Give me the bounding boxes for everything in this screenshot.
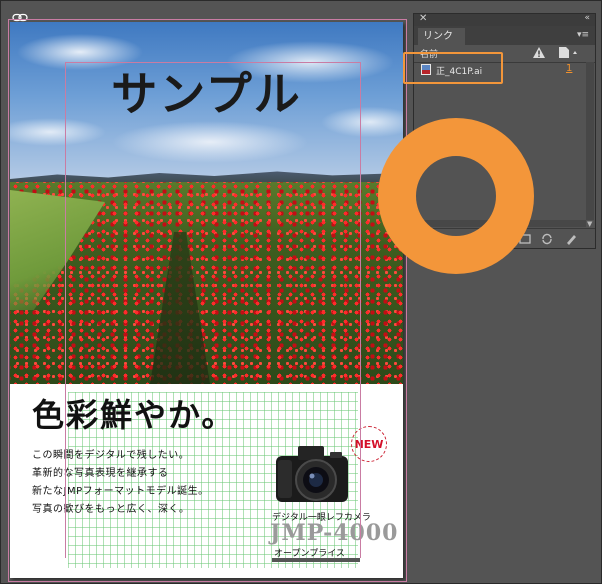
link-page-number[interactable]: 1 <box>566 63 572 74</box>
camera-model: JMP-4000 <box>270 520 399 546</box>
body-line: この瞬間をデジタルで残したい。 <box>32 450 190 461</box>
edit-original-icon[interactable] <box>564 232 578 246</box>
panel-titlebar[interactable]: ✕ « <box>414 13 595 26</box>
page-icon[interactable] <box>557 46 579 59</box>
warning-icon[interactable] <box>532 46 546 59</box>
photo-title: サンプル <box>111 67 302 121</box>
callout-ring <box>378 118 534 274</box>
body-line: 革新的な写真表現を継承する <box>32 468 169 479</box>
link-item-highlight <box>403 52 503 84</box>
body-line: 新たなJMPフォーマットモデル誕生。 <box>32 486 209 497</box>
body-line: 写真の歓びをもっと広く、深く。 <box>32 504 190 515</box>
panel-menu-icon[interactable]: ▾≡ <box>577 30 589 40</box>
camera-image <box>276 446 348 502</box>
new-badge: NEW <box>351 426 387 462</box>
tab-links[interactable]: リンク <box>418 28 465 45</box>
placed-photo[interactable]: サンプル <box>10 22 403 384</box>
link-chain-icon <box>12 13 28 22</box>
document-page[interactable]: サンプル 色彩鮮やか。 この瞬間をデジタルで残したい。 革新的な写真表現を継承す… <box>10 22 403 578</box>
price-underline <box>272 558 360 562</box>
vertical-scrollbar[interactable] <box>586 62 594 220</box>
collapse-icon[interactable]: « <box>584 13 590 23</box>
scroll-down-icon[interactable]: ▼ <box>587 220 592 228</box>
close-icon[interactable]: ✕ <box>419 13 427 24</box>
update-link-icon[interactable] <box>540 232 554 246</box>
headline: 色彩鮮やか。 <box>32 396 236 434</box>
body-copy: この瞬間をデジタルで残したい。 革新的な写真表現を継承する 新たなJMPフォーマ… <box>32 447 209 519</box>
